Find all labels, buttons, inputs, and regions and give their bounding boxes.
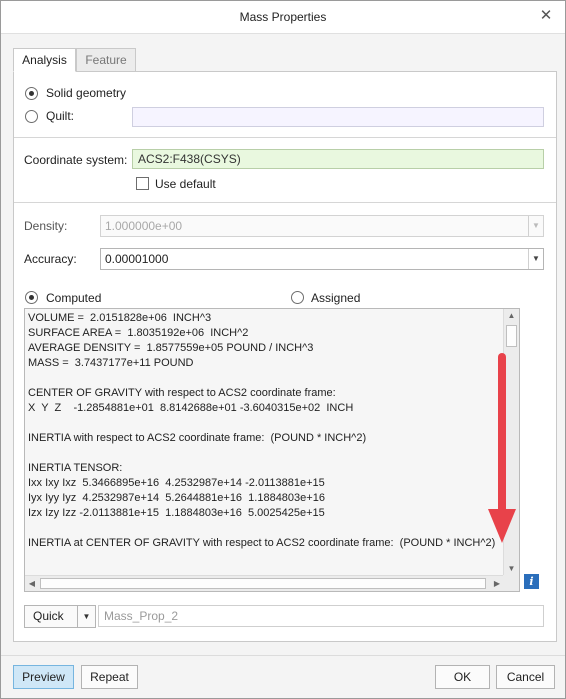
results-line: CENTER OF GRAVITY with respect to ACS2 c… bbox=[28, 387, 336, 399]
scroll-thumb[interactable] bbox=[40, 578, 486, 589]
coordinate-system-field[interactable]: ACS2:F438(CSYS) bbox=[132, 149, 544, 169]
results-line: MASS = 3.7437177e+11 POUND bbox=[28, 357, 194, 369]
computed-radio[interactable] bbox=[25, 291, 38, 304]
scroll-corner bbox=[503, 575, 519, 591]
results-line: VOLUME = 2.0151828e+06 INCH^3 bbox=[28, 312, 212, 324]
chevron-down-icon[interactable]: ▼ bbox=[77, 605, 96, 628]
results-line bbox=[28, 416, 502, 431]
info-icon[interactable]: i bbox=[524, 574, 539, 589]
title-bar: Mass Properties ✕ bbox=[1, 1, 565, 34]
results-line: AVERAGE DENSITY = 1.8577559e+05 POUND / … bbox=[28, 342, 314, 354]
results-line: Ixx Ixy Ixz 5.3466895e+16 4.2532987e+14 … bbox=[28, 477, 325, 489]
accuracy-combo[interactable]: 0.00001000 ▼ bbox=[100, 248, 544, 270]
window-title: Mass Properties bbox=[239, 10, 327, 24]
chevron-down-icon[interactable]: ▼ bbox=[528, 249, 543, 269]
analysis-panel: Solid geometry Quilt: Coordinate system:… bbox=[13, 71, 557, 642]
horizontal-scrollbar[interactable]: ◀ ▶ bbox=[25, 575, 504, 591]
close-icon[interactable]: ✕ bbox=[537, 7, 555, 25]
solid-geometry-radio[interactable] bbox=[25, 87, 38, 100]
repeat-button[interactable]: Repeat bbox=[81, 665, 138, 689]
scroll-up-icon[interactable]: ▲ bbox=[504, 309, 519, 323]
cancel-button[interactable]: Cancel bbox=[496, 665, 555, 689]
scroll-right-icon[interactable]: ▶ bbox=[490, 576, 504, 591]
density-label: Density: bbox=[24, 219, 68, 233]
quick-button[interactable]: Quick bbox=[24, 605, 78, 628]
scroll-down-icon[interactable]: ▼ bbox=[504, 562, 519, 576]
use-default-label: Use default bbox=[155, 177, 216, 191]
scroll-thumb[interactable] bbox=[506, 325, 517, 347]
use-default-checkbox[interactable] bbox=[136, 177, 149, 190]
results-line bbox=[28, 446, 502, 461]
separator bbox=[14, 137, 556, 138]
feature-name-field[interactable]: Mass_Prop_2 bbox=[98, 605, 544, 627]
accuracy-value: 0.00001000 bbox=[105, 252, 169, 266]
scroll-left-icon[interactable]: ◀ bbox=[25, 576, 39, 591]
computed-label: Computed bbox=[46, 291, 102, 305]
tab-analysis[interactable]: Analysis bbox=[13, 48, 76, 72]
preview-button[interactable]: Preview bbox=[13, 665, 74, 689]
quilt-collector[interactable] bbox=[132, 107, 544, 127]
assigned-radio[interactable] bbox=[291, 291, 304, 304]
ok-button[interactable]: OK bbox=[435, 665, 490, 689]
assigned-label: Assigned bbox=[311, 291, 361, 305]
mass-properties-dialog: Mass Properties ✕ Analysis Feature Solid… bbox=[0, 0, 566, 699]
density-value: 1.000000e+00 bbox=[105, 219, 183, 233]
quilt-radio[interactable] bbox=[25, 110, 38, 123]
red-arrow-annotation bbox=[488, 353, 516, 543]
results-text-area[interactable]: VOLUME = 2.0151828e+06 INCH^3 SURFACE ARE… bbox=[24, 308, 520, 592]
density-combo: 1.000000e+00 ▼ bbox=[100, 215, 544, 237]
accuracy-label: Accuracy: bbox=[24, 252, 77, 266]
solid-geometry-label: Solid geometry bbox=[46, 86, 127, 100]
coordinate-system-label: Coordinate system: bbox=[24, 153, 128, 167]
results-line: INERTIA TENSOR: bbox=[28, 462, 123, 474]
results-text: VOLUME = 2.0151828e+06 INCH^3 SURFACE ARE… bbox=[28, 311, 502, 573]
chevron-down-icon: ▼ bbox=[528, 216, 543, 236]
results-line: X Y Z -1.2854881e+01 8.8142688e+01 -3.60… bbox=[28, 402, 354, 414]
tab-feature[interactable]: Feature bbox=[76, 48, 136, 72]
results-line: Izx Izy Izz -2.0113881e+15 1.1884803e+16… bbox=[28, 507, 325, 519]
results-line bbox=[28, 371, 502, 386]
quilt-label: Quilt: bbox=[46, 109, 75, 123]
results-line: Iyx Iyy Iyz 4.2532987e+14 5.2644881e+16 … bbox=[28, 492, 325, 504]
results-line bbox=[28, 521, 502, 536]
separator bbox=[14, 202, 556, 203]
results-line: INERTIA with respect to ACS2 coordinate … bbox=[28, 432, 367, 444]
results-line: INERTIA at CENTER OF GRAVITY with respec… bbox=[28, 537, 496, 549]
footer-separator bbox=[1, 655, 565, 656]
results-line: SURFACE AREA = 1.8035192e+06 INCH^2 bbox=[28, 327, 249, 339]
